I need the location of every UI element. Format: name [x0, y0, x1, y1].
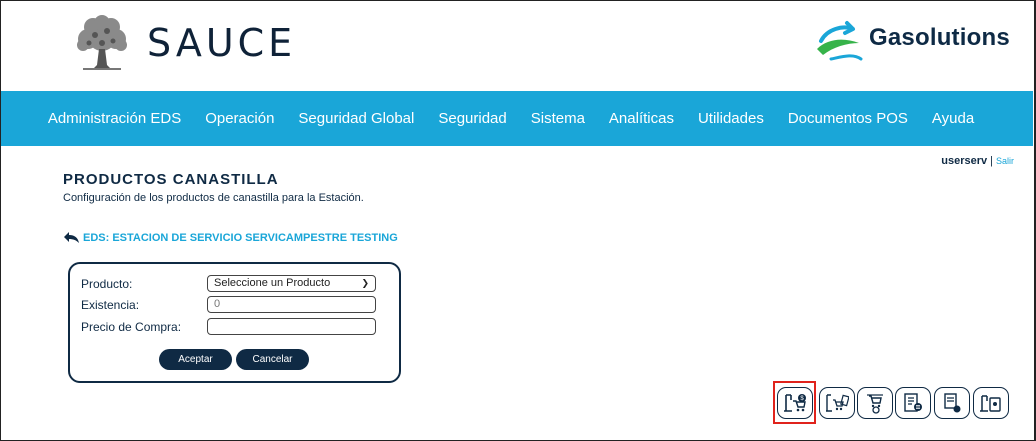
tree-logo-icon	[77, 15, 127, 70]
nav-item-documentos-pos[interactable]: Documentos POS	[776, 110, 920, 127]
nav-item-operacion[interactable]: Operación	[193, 110, 286, 127]
username: userserv	[941, 155, 988, 167]
tool-button-1[interactable]: $	[777, 387, 813, 419]
nav-item-seguridad[interactable]: Seguridad	[426, 110, 518, 127]
nav-item-seguridad-global[interactable]: Seguridad Global	[286, 110, 426, 127]
station-phone-icon	[980, 395, 1001, 412]
page-subtitle: Configuración de los productos de canast…	[63, 192, 364, 204]
producto-selected-value: Seleccione un Producto	[214, 277, 331, 289]
precio-compra-input[interactable]	[207, 318, 376, 335]
producto-label: Producto:	[81, 277, 133, 291]
gasolutions-mark-icon	[817, 21, 863, 61]
accept-button[interactable]: Aceptar	[159, 349, 232, 370]
tool-button-3[interactable]	[857, 387, 893, 419]
tool-button-4[interactable]	[895, 387, 931, 419]
nav-item-ayuda[interactable]: Ayuda	[920, 110, 986, 127]
user-separator: |	[990, 155, 993, 167]
nav-item-utilidades[interactable]: Utilidades	[686, 110, 776, 127]
existencia-label: Existencia:	[81, 298, 140, 312]
back-arrow-icon	[64, 232, 79, 243]
document-user-icon	[944, 393, 961, 413]
nav-item-analiticas[interactable]: Analíticas	[597, 110, 686, 127]
page-title: PRODUCTOS CANASTILLA	[63, 171, 279, 188]
nav-item-sistema[interactable]: Sistema	[519, 110, 597, 127]
eds-back-link[interactable]: EDS: ESTACION DE SERVICIO SERVICAMPESTRE…	[63, 231, 398, 244]
brand-sauce: SAUCE	[147, 21, 297, 65]
header: SAUCE Gasolutions	[1, 1, 1033, 91]
product-form: Producto: Seleccione un Producto ❯ Exist…	[68, 262, 401, 383]
tool-button-2[interactable]	[819, 387, 855, 419]
cancel-button[interactable]: Cancelar	[236, 349, 309, 370]
eds-label: EDS: ESTACION DE SERVICIO SERVICAMPESTRE…	[83, 231, 398, 244]
cart-document-icon	[826, 394, 849, 412]
product-station-icon: $	[784, 394, 806, 412]
cart-badge-icon	[867, 394, 883, 414]
main-nav: Administración EDS Operación Seguridad G…	[1, 91, 1033, 146]
nav-item-administracion-eds[interactable]: Administración EDS	[48, 110, 193, 127]
tool-button-6[interactable]	[973, 387, 1009, 419]
tool-button-5[interactable]	[934, 387, 970, 419]
user-area: userserv | Salir	[941, 155, 1014, 167]
report-list-icon	[904, 393, 922, 412]
brand-gasolutions: Gasolutions	[869, 24, 1010, 51]
existencia-input[interactable]: 0	[207, 296, 376, 313]
producto-select[interactable]: Seleccione un Producto ❯	[207, 275, 376, 292]
chevron-down-icon: ❯	[361, 278, 369, 288]
sauce-logo: SAUCE	[73, 15, 296, 71]
precio-label: Precio de Compra:	[81, 320, 182, 334]
gasolutions-logo: Gasolutions	[813, 19, 1010, 63]
logout-link[interactable]: Salir	[996, 156, 1014, 166]
